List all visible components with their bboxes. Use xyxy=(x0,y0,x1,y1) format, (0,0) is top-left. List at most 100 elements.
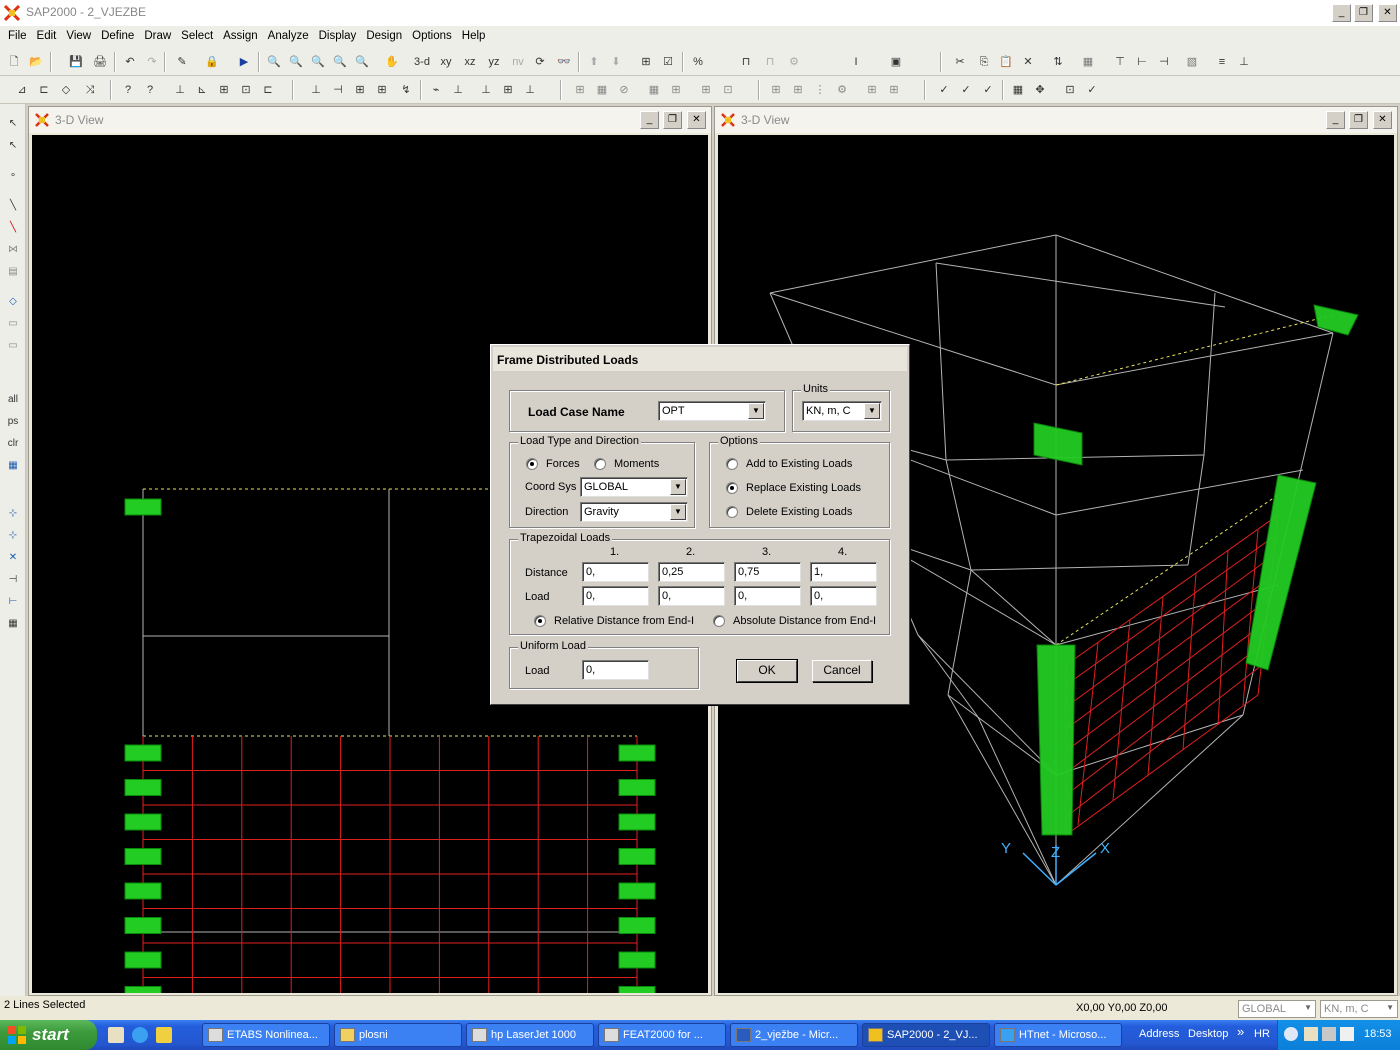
draw-point-icon[interactable]: ∘ xyxy=(3,166,23,186)
task-etabs[interactable]: ETABS Nonlinea... xyxy=(202,1023,330,1047)
snap-to-intersections-icon[interactable]: ✕ xyxy=(3,548,23,568)
grid-icon[interactable]: ▦ xyxy=(1078,52,1098,72)
draw-rect-area-icon[interactable]: ▭ xyxy=(3,314,23,334)
snap-ends-icon[interactable]: ✓ xyxy=(956,80,976,100)
task-printer[interactable]: hp LaserJet 1000 xyxy=(466,1023,594,1047)
menu-help[interactable]: Help xyxy=(457,26,491,42)
show-desktop-icon[interactable] xyxy=(108,1027,124,1043)
draw-poly-area-icon[interactable]: ◇ xyxy=(3,292,23,312)
volume-tray-icon[interactable] xyxy=(1340,1027,1354,1041)
units-select[interactable]: KN, m, C ▼ xyxy=(802,401,882,421)
direction-select[interactable]: Gravity ▼ xyxy=(580,502,688,522)
menu-display[interactable]: Display xyxy=(314,26,362,42)
menu-view[interactable]: View xyxy=(61,26,96,42)
output-table-icon[interactable]: ⊞ xyxy=(498,80,518,100)
mass-icon[interactable]: ⊥ xyxy=(448,80,468,100)
toolbar-more-icon[interactable]: » xyxy=(1237,1024,1244,1039)
snap-perp-icon[interactable]: ⊣ xyxy=(3,570,23,590)
assign-area-icon[interactable]: ⊣ xyxy=(1154,52,1174,72)
edge-icon[interactable]: ⊞ xyxy=(766,80,786,100)
frame-loads-icon[interactable]: ⊡ xyxy=(236,80,256,100)
menu-assign[interactable]: Assign xyxy=(218,26,263,42)
view-nv-button[interactable]: nv xyxy=(508,52,528,72)
zoom-in-icon[interactable]: 🔍 xyxy=(330,52,350,72)
frame-section-icon[interactable]: ⊞ xyxy=(214,80,234,100)
hint-query-icon[interactable]: ? xyxy=(140,80,160,100)
menu-analyze[interactable]: Analyze xyxy=(263,26,314,42)
zoom-window-icon[interactable]: 🔍 xyxy=(264,52,284,72)
perspective-icon[interactable]: 👓 xyxy=(554,52,574,72)
view-xz-button[interactable]: xz xyxy=(460,52,480,72)
snap-to-ends-icon[interactable]: ⊹ xyxy=(3,526,23,546)
help-query-icon[interactable]: ? xyxy=(118,80,138,100)
point-loads-icon[interactable]: ⊣ xyxy=(328,80,348,100)
add-existing-radio[interactable] xyxy=(726,458,738,470)
set-display-options-icon[interactable]: ☑ xyxy=(658,52,678,72)
steel-design-icon[interactable]: ⊥ xyxy=(1234,52,1254,72)
reshape-icon[interactable]: ↖ xyxy=(3,136,23,156)
merge-icon[interactable]: ▦ xyxy=(644,80,664,100)
load-1-input[interactable]: 0, xyxy=(582,586,649,606)
move-down-icon[interactable]: ⬇ xyxy=(606,52,626,72)
task-feat2000[interactable]: FEAT2000 for ... xyxy=(598,1023,726,1047)
display-output-icon[interactable]: ▣ xyxy=(886,52,906,72)
coord-sys-select[interactable]: GLOBAL ▼ xyxy=(580,477,688,497)
draw-brace-icon[interactable]: ⋈ xyxy=(3,240,23,260)
pointer-icon[interactable]: ↖ xyxy=(3,114,23,134)
internet-explorer-icon[interactable] xyxy=(132,1027,148,1043)
vertical-icon[interactable]: ⋮ xyxy=(810,80,830,100)
gear-icon[interactable]: ⚙ xyxy=(832,80,852,100)
task-word[interactable]: 2_vježbe - Micr... xyxy=(730,1023,858,1047)
tray-expand-icon[interactable] xyxy=(1284,1027,1298,1041)
refresh-pencil-icon[interactable]: ✎ xyxy=(172,52,192,72)
uniform-load-input[interactable]: 0, xyxy=(582,660,649,680)
intersecting-line-icon[interactable]: ▦ xyxy=(3,456,23,476)
view-xy-button[interactable]: xy xyxy=(436,52,456,72)
gravity-load-icon[interactable]: ⊥ xyxy=(476,80,496,100)
quick-launch-icon[interactable] xyxy=(156,1027,172,1043)
close-button[interactable]: ✕ xyxy=(1378,4,1397,22)
redo-icon[interactable]: ↷ xyxy=(142,52,162,72)
run-analysis-icon[interactable]: ▶ xyxy=(234,52,254,72)
draw-link-icon[interactable]: ⤨ xyxy=(80,80,100,100)
zoom-out-icon[interactable]: 🔍 xyxy=(352,52,372,72)
show-loads-icon[interactable]: ⊓ xyxy=(760,52,780,72)
restore-full-view-icon[interactable]: 🔍 xyxy=(286,52,306,72)
printer-tray-icon[interactable] xyxy=(1304,1027,1318,1041)
snap-lines-icon[interactable]: ✥ xyxy=(1030,80,1050,100)
network-tray-icon[interactable] xyxy=(1322,1027,1336,1041)
left-view-maximize-button[interactable]: ❐ xyxy=(663,111,682,129)
menu-file[interactable]: File xyxy=(3,26,32,42)
cancel-button[interactable]: Cancel xyxy=(812,660,872,682)
view-yz-button[interactable]: yz xyxy=(484,52,504,72)
distance-1-input[interactable]: 0, xyxy=(582,562,649,582)
undo-icon[interactable]: ↶ xyxy=(120,52,140,72)
spring-area-icon[interactable]: ⊞ xyxy=(884,80,904,100)
show-forces-icon[interactable]: I xyxy=(846,52,866,72)
right-view-minimize-button[interactable]: _ xyxy=(1326,111,1345,129)
snap-points-icon[interactable]: ✓ xyxy=(934,80,954,100)
reaction-icon[interactable]: ⊥ xyxy=(520,80,540,100)
area-loads-icon[interactable]: ⊞ xyxy=(372,80,392,100)
quick-draw-line-icon[interactable]: ╲ xyxy=(3,218,23,238)
draw-area-icon[interactable]: ◇ xyxy=(56,80,76,100)
snap-intersections-icon[interactable]: ✓ xyxy=(978,80,998,100)
language-indicator[interactable]: HR xyxy=(1254,1028,1270,1040)
copy-icon[interactable]: ⎘ xyxy=(974,52,994,72)
previous-selection-button[interactable]: ps xyxy=(3,412,23,432)
snap-fine-grid-icon[interactable]: ▦ xyxy=(3,614,23,634)
snap-to-points-icon[interactable]: ⊹ xyxy=(3,504,23,524)
align-points-icon[interactable]: ⊞ xyxy=(696,80,716,100)
pan-icon[interactable]: ✋ xyxy=(382,52,402,72)
distance-4-input[interactable]: 1, xyxy=(810,562,877,582)
menu-draw[interactable]: Draw xyxy=(139,26,176,42)
delete-existing-radio[interactable] xyxy=(726,506,738,518)
show-deformed-icon[interactable]: ⚙ xyxy=(784,52,804,72)
area-section-icon[interactable]: ⊏ xyxy=(258,80,278,100)
frame-releases-icon[interactable]: ⊾ xyxy=(192,80,212,100)
moments-radio[interactable] xyxy=(594,458,606,470)
ok-button[interactable]: OK xyxy=(736,659,798,683)
joint-loads-icon[interactable]: ⊥ xyxy=(306,80,326,100)
move-up-icon[interactable]: ⬆ xyxy=(584,52,604,72)
temperature-loads-icon[interactable]: ↯ xyxy=(396,80,416,100)
